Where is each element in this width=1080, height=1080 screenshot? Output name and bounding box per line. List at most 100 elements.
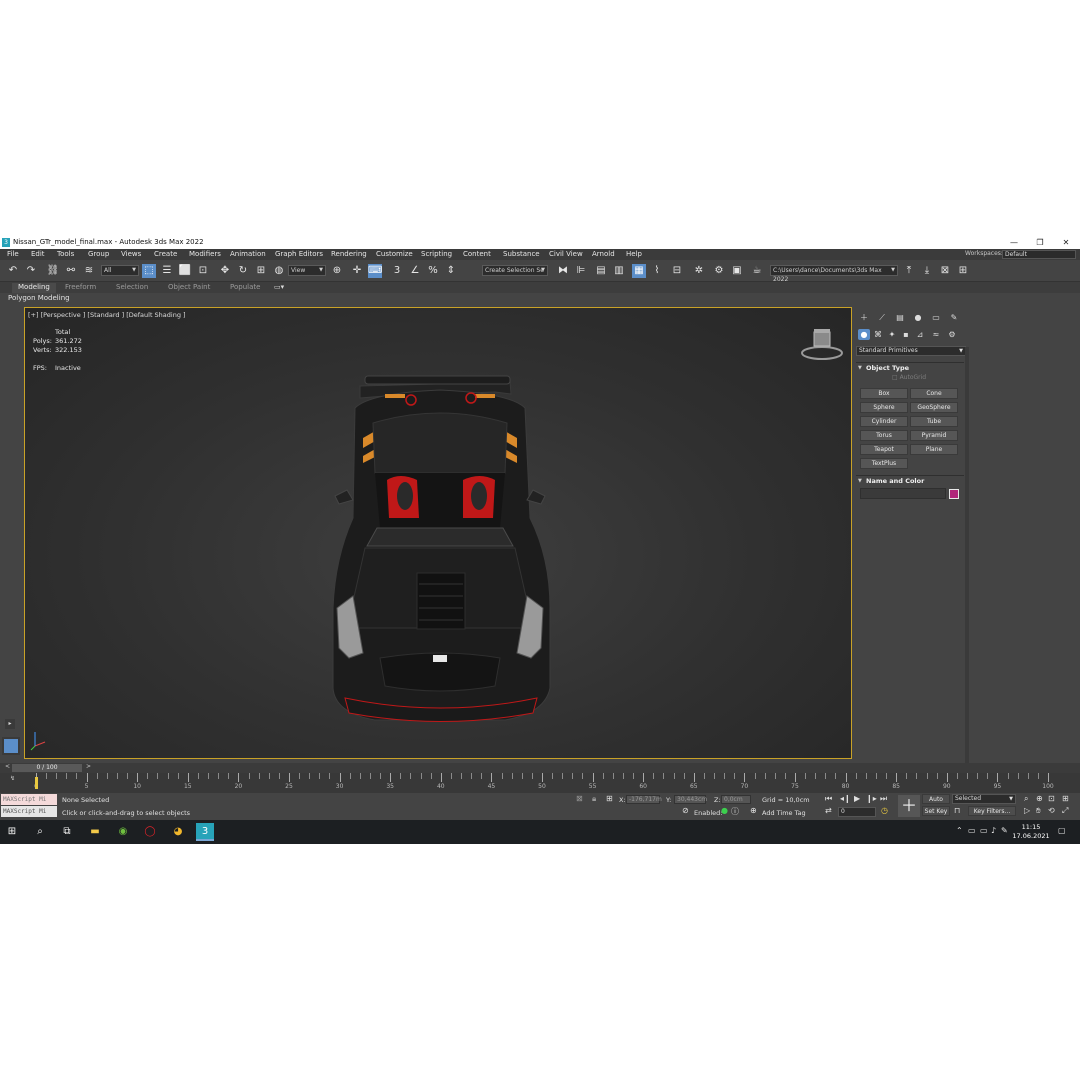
- display-tab-icon[interactable]: ▭: [930, 312, 942, 323]
- menu-help[interactable]: Help: [626, 250, 642, 258]
- tube-button[interactable]: Tube: [910, 416, 958, 427]
- bind-spacewarp-icon[interactable]: ≋: [82, 264, 96, 278]
- menu-customize[interactable]: Customize: [376, 250, 413, 258]
- expand-arrow-icon[interactable]: ▸: [5, 719, 15, 729]
- current-frame-field[interactable]: 0: [838, 807, 876, 817]
- menu-animation[interactable]: Animation: [230, 250, 266, 258]
- redo-icon[interactable]: ↷: [24, 264, 38, 278]
- menu-file[interactable]: File: [7, 250, 19, 258]
- tab-freeform[interactable]: Freeform: [65, 283, 96, 293]
- spinner-snap-icon[interactable]: ⇕: [444, 264, 458, 278]
- pyramid-button[interactable]: Pyramid: [910, 430, 958, 441]
- project-folder-icon[interactable]: ⊞: [956, 264, 970, 278]
- viewport-label[interactable]: [+] [Perspective ] [Standard ] [Default …: [28, 311, 186, 319]
- render-production-icon[interactable]: ☕: [750, 264, 764, 278]
- torus-button[interactable]: Torus: [860, 430, 908, 441]
- plane-button[interactable]: Plane: [910, 444, 958, 455]
- cone-button[interactable]: Cone: [910, 388, 958, 399]
- menu-create[interactable]: Create: [154, 250, 177, 258]
- menu-views[interactable]: Views: [121, 250, 141, 258]
- unlink-icon[interactable]: ⚯: [64, 264, 78, 278]
- modify-tab-icon[interactable]: ⟋: [876, 312, 888, 323]
- field-of-view-icon[interactable]: ▷: [1024, 806, 1030, 815]
- isolate-selection-icon[interactable]: ⊠: [576, 794, 583, 803]
- geosphere-button[interactable]: GeoSphere: [910, 402, 958, 413]
- orbit-icon[interactable]: ⟲: [1048, 806, 1055, 815]
- object-color-swatch[interactable]: [949, 489, 959, 499]
- time-next-icon[interactable]: >: [86, 763, 91, 770]
- select-by-name-icon[interactable]: ☰: [160, 264, 174, 278]
- previous-frame-icon[interactable]: ◂❙: [840, 794, 851, 803]
- menu-group[interactable]: Group: [88, 250, 109, 258]
- enabled-status-icon[interactable]: ●: [721, 806, 728, 815]
- textplus-button[interactable]: TextPlus: [860, 458, 908, 469]
- angle-snap-icon[interactable]: ∠: [408, 264, 422, 278]
- curve-editor-icon[interactable]: ⌇: [650, 264, 664, 278]
- rotate-icon[interactable]: ↻: [236, 264, 250, 278]
- set-key-button[interactable]: Set Key: [922, 806, 950, 816]
- key-filter-dropdown[interactable]: Selected ▼: [952, 794, 1016, 804]
- adaptive-degradation-icon[interactable]: ⊘: [682, 806, 689, 815]
- cameras-icon[interactable]: ▪: [900, 329, 912, 340]
- viewport-layout-icon[interactable]: [2, 737, 20, 755]
- tray-overflow-icon[interactable]: ⌃: [956, 826, 963, 835]
- play-icon[interactable]: ▶: [854, 794, 860, 803]
- systems-icon[interactable]: ⚙: [946, 329, 958, 340]
- scene-explorer-icon[interactable]: ▤: [594, 264, 608, 278]
- name-and-color-rollout[interactable]: ▼ Name and Color: [856, 475, 964, 486]
- rectangular-selection-icon[interactable]: ⬜: [178, 264, 192, 278]
- time-config-icon[interactable]: ◷: [881, 806, 888, 815]
- pen-icon[interactable]: ✎: [1001, 826, 1008, 835]
- task-view-icon[interactable]: ⧉: [58, 823, 76, 841]
- schematic-view-icon[interactable]: ⊟: [670, 264, 684, 278]
- network-icon[interactable]: ▭: [980, 826, 988, 835]
- auto-key-button[interactable]: Auto Key: [922, 794, 950, 813]
- snaps-toggle-icon[interactable]: 3: [390, 264, 404, 278]
- toggle-ribbon-icon[interactable]: ▦: [632, 264, 646, 278]
- menu-civil-view[interactable]: Civil View: [549, 250, 583, 258]
- motion-tab-icon[interactable]: ●: [912, 312, 924, 323]
- link-icon[interactable]: ⛓: [46, 264, 60, 278]
- keyboard-shortcut-override-icon[interactable]: ⌨: [368, 264, 382, 278]
- maxscript-output[interactable]: MAXScript Mi: [1, 806, 57, 817]
- menu-scripting[interactable]: Scripting: [421, 250, 452, 258]
- close-button[interactable]: ✕: [1058, 237, 1074, 248]
- set-keys-icon[interactable]: ＋: [898, 795, 920, 817]
- key-filters-icon[interactable]: ⊓: [954, 806, 960, 815]
- create-tab-icon[interactable]: ＋: [858, 312, 870, 323]
- 3ds-max-taskbar-icon[interactable]: 3: [196, 823, 214, 841]
- trackbar[interactable]: ↯ 05101520253035404550556065707580859095…: [0, 773, 1080, 793]
- zoom-all-icon[interactable]: ⊕: [1036, 794, 1043, 803]
- scale-icon[interactable]: ⊞: [254, 264, 268, 278]
- undo-icon[interactable]: ↶: [6, 264, 20, 278]
- layer-explorer-icon[interactable]: ▥: [612, 264, 626, 278]
- tab-populate[interactable]: Populate: [230, 283, 260, 293]
- tab-selection[interactable]: Selection: [116, 283, 148, 293]
- time-slider-thumb[interactable]: 0 / 100: [12, 764, 82, 772]
- key-mode-icon[interactable]: ⇄: [825, 806, 832, 815]
- volume-icon[interactable]: ♪: [991, 826, 996, 835]
- align-icon[interactable]: ⊫: [574, 264, 588, 278]
- transform-mode-icon[interactable]: ⊞: [606, 794, 613, 803]
- time-tag-icon[interactable]: ⊕: [750, 806, 757, 815]
- project-settings-icon[interactable]: ⊠: [938, 264, 952, 278]
- menu-substance[interactable]: Substance: [503, 250, 540, 258]
- pan-icon[interactable]: ✋︎: [1036, 806, 1041, 816]
- viewcube-icon[interactable]: [799, 326, 845, 362]
- box-button[interactable]: Box: [860, 388, 908, 399]
- workspaces-dropdown[interactable]: Default: [1002, 250, 1076, 259]
- select-object-icon[interactable]: ⬚: [142, 264, 156, 278]
- placement-icon[interactable]: ◍: [272, 264, 286, 278]
- render-setup-icon[interactable]: ⚙: [712, 264, 726, 278]
- reference-coordinate-dropdown[interactable]: View ▼: [288, 265, 326, 276]
- restore-button[interactable]: ❐: [1032, 237, 1048, 248]
- geometry-icon[interactable]: ●: [858, 329, 870, 340]
- file-explorer-icon[interactable]: ▬: [86, 823, 104, 841]
- zoom-extents-icon[interactable]: ⊡: [1048, 794, 1055, 803]
- command-panel-scrollbar[interactable]: [965, 347, 969, 767]
- clock-time[interactable]: 11:15: [1012, 823, 1050, 831]
- maximize-viewport-icon[interactable]: ⤢: [1062, 806, 1068, 816]
- opera-icon[interactable]: ◯: [141, 823, 159, 841]
- nissan-gtr-model[interactable]: [305, 368, 575, 738]
- minimize-button[interactable]: —: [1006, 237, 1022, 248]
